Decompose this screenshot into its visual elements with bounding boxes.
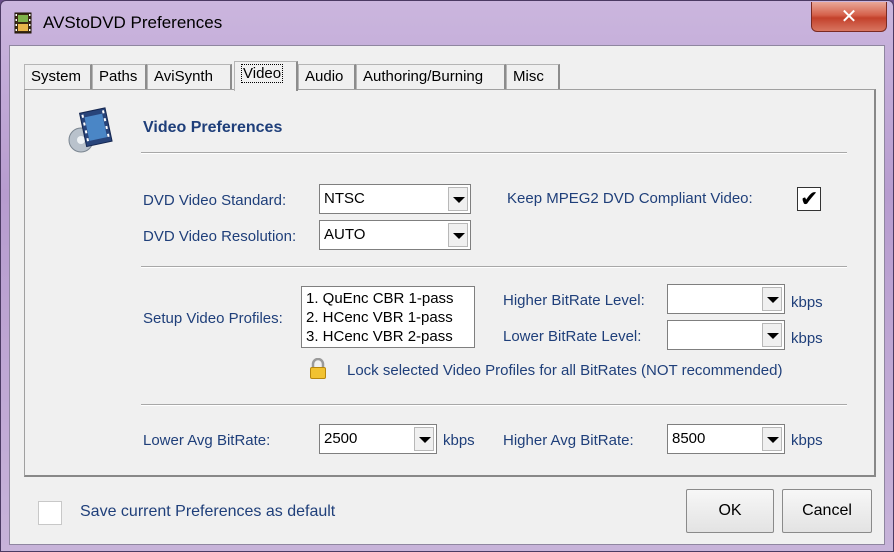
tab-authoring-burning[interactable]: Authoring/Burning: [356, 64, 506, 90]
dvd-resolution-select[interactable]: AUTO: [319, 220, 471, 250]
preferences-window: AVStoDVD Preferences ✕ System Paths AviS…: [0, 0, 894, 552]
lower-bitrate-level-label: Lower BitRate Level:: [503, 328, 642, 345]
save-default-checkbox[interactable]: [38, 501, 62, 525]
section-divider-1: [141, 266, 847, 268]
higher-bitrate-level-label: Higher BitRate Level:: [503, 292, 645, 309]
close-button[interactable]: ✕: [811, 2, 887, 32]
kbps-unit: kbps: [791, 432, 823, 449]
kbps-unit: kbps: [443, 432, 475, 449]
video-profiles-list[interactable]: 1. QuEnc CBR 1-pass 2. HCenc VBR 1-pass …: [301, 286, 475, 348]
dvd-resolution-label: DVD Video Resolution:: [143, 228, 297, 245]
lock-icon[interactable]: [309, 358, 327, 380]
lock-profiles-text[interactable]: Lock selected Video Profiles for all Bit…: [347, 362, 782, 379]
chevron-down-icon[interactable]: [762, 287, 782, 311]
dvd-standard-select[interactable]: NTSC: [319, 184, 471, 214]
chevron-down-icon[interactable]: [762, 427, 782, 451]
keep-mpeg2-checkbox[interactable]: ✔: [797, 186, 821, 211]
list-item[interactable]: 1. QuEnc CBR 1-pass: [306, 289, 470, 308]
dvd-standard-label: DVD Video Standard:: [143, 192, 287, 209]
video-preferences-heading: Video Preferences: [143, 119, 283, 136]
tab-avisynth[interactable]: AviSynth: [147, 64, 232, 90]
lower-avg-bitrate-select[interactable]: 2500: [319, 424, 437, 454]
keep-mpeg2-label: Keep MPEG2 DVD Compliant Video:: [507, 190, 753, 207]
higher-avg-bitrate-label: Higher Avg BitRate:: [503, 432, 634, 449]
higher-avg-bitrate-select[interactable]: 8500: [667, 424, 785, 454]
section-divider-2: [141, 404, 847, 406]
chevron-down-icon[interactable]: [414, 427, 434, 451]
setup-profiles-label: Setup Video Profiles:: [143, 310, 283, 327]
tab-system[interactable]: System: [24, 64, 92, 90]
chevron-down-icon[interactable]: [762, 323, 782, 347]
window-title: AVStoDVD Preferences: [43, 13, 223, 32]
tab-audio[interactable]: Audio: [298, 64, 356, 90]
tab-misc[interactable]: Misc: [506, 64, 560, 90]
tab-video[interactable]: Video: [234, 61, 298, 91]
title-bar[interactable]: AVStoDVD Preferences ✕: [1, 1, 893, 45]
film-strip-icon: [14, 12, 32, 34]
cancel-button[interactable]: Cancel: [782, 489, 872, 533]
list-item[interactable]: 3. HCenc VBR 2-pass: [306, 327, 470, 346]
chevron-down-icon[interactable]: [448, 187, 468, 211]
higher-bitrate-level-select[interactable]: [667, 284, 785, 314]
ok-button[interactable]: OK: [686, 489, 774, 533]
kbps-unit: kbps: [791, 294, 823, 311]
lower-bitrate-level-select[interactable]: [667, 320, 785, 350]
dialog-body: System Paths AviSynth Video Audio Author…: [9, 45, 885, 545]
save-default-label[interactable]: Save current Preferences as default: [80, 503, 335, 521]
video-settings-icon: [68, 107, 113, 153]
chevron-down-icon[interactable]: [448, 223, 468, 247]
checkmark-icon: ✔: [800, 186, 819, 211]
lower-avg-bitrate-label: Lower Avg BitRate:: [143, 432, 271, 449]
kbps-unit: kbps: [791, 330, 823, 347]
heading-divider: [141, 152, 847, 154]
video-preferences-panel: Video Preferences DVD Video Standard: NT…: [24, 89, 876, 477]
list-item[interactable]: 2. HCenc VBR 1-pass: [306, 308, 470, 327]
close-icon: ✕: [840, 4, 858, 28]
tab-paths[interactable]: Paths: [92, 64, 147, 90]
